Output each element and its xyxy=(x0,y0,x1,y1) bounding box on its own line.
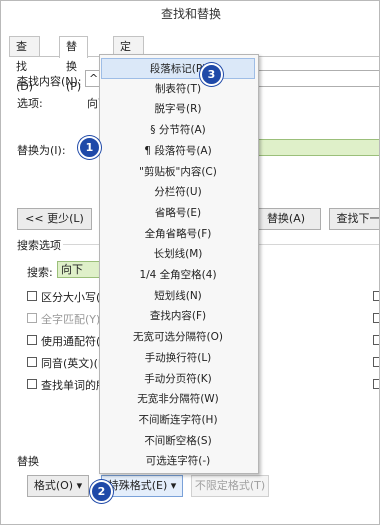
menu-item[interactable]: 全角省略号(F) xyxy=(100,224,256,245)
special-format-button[interactable]: 特殊格式(E) ▾ xyxy=(101,475,183,497)
window-title: 查找和替换 xyxy=(160,7,221,21)
menu-item[interactable]: 短划线(N) xyxy=(100,286,256,307)
whole-word-checkbox[interactable] xyxy=(27,313,37,323)
wildcards-checkbox[interactable] xyxy=(27,335,37,345)
special-format-menu: 段落标记(P) 制表符(T) 脱字号(R) § 分节符(A) ¶ 段落符号(A) "剪贴板… xyxy=(99,54,259,474)
search-options-heading: 搜索选项 xyxy=(17,239,61,252)
replace-label: 替换为(I): xyxy=(17,144,66,157)
right-checkbox[interactable] xyxy=(373,291,379,301)
menu-item[interactable]: 可选连字符(-) xyxy=(100,451,256,472)
right-checkbox[interactable] xyxy=(373,313,379,323)
whole-word-label: 全字匹配(Y) xyxy=(41,313,101,326)
menu-item[interactable]: 制表符(T) xyxy=(100,79,256,100)
menu-item[interactable]: 长划线(M) xyxy=(100,244,256,265)
menu-item[interactable]: 省略号(E) xyxy=(100,203,256,224)
no-formatting-button: 不限定格式(T) xyxy=(191,475,269,497)
menu-item[interactable]: 手动分页符(K) xyxy=(100,369,256,390)
right-checkbox[interactable] xyxy=(373,379,379,389)
replace-section-heading: 替换 xyxy=(17,455,39,468)
find-next-button[interactable]: 查找下一处 xyxy=(329,208,379,230)
menu-item[interactable]: ¶ 段落符号(A) xyxy=(100,141,256,162)
menu-item[interactable]: "剪贴板"内容(C) xyxy=(100,162,256,183)
menu-item[interactable]: 不间断连字符(H) xyxy=(100,410,256,431)
all-word-forms-checkbox[interactable] xyxy=(27,379,37,389)
menu-item[interactable]: 无宽非分隔符(W) xyxy=(100,389,256,410)
sounds-like-checkbox[interactable] xyxy=(27,357,37,367)
options-label: 选项: xyxy=(17,97,43,110)
match-case-checkbox[interactable] xyxy=(27,291,37,301)
menu-item[interactable]: 1/4 全角空格(4) xyxy=(100,265,256,286)
search-direction-label: 搜索: xyxy=(27,266,53,279)
menu-item[interactable]: 查找内容(F) xyxy=(100,306,256,327)
menu-item[interactable]: 分栏符(U) xyxy=(100,182,256,203)
tab-find[interactable]: 查找(D) xyxy=(9,36,41,93)
callout-badge-3: 3 xyxy=(200,63,223,86)
right-checkbox[interactable] xyxy=(373,335,379,345)
less-button[interactable]: << 更少(L) xyxy=(17,208,92,230)
menu-item[interactable]: § 分节符(A) xyxy=(100,120,256,141)
tab-replace[interactable]: 替换(P) xyxy=(59,36,89,93)
menu-item[interactable]: 手动换行符(L) xyxy=(100,348,256,369)
replace-button[interactable]: 替换(A) xyxy=(251,208,321,230)
callout-badge-2: 2 xyxy=(90,480,113,503)
menu-item[interactable]: 段落标记(P) xyxy=(101,58,255,79)
right-checkbox[interactable] xyxy=(373,357,379,367)
callout-badge-1: 1 xyxy=(78,136,101,159)
menu-item[interactable]: 脱字号(R) xyxy=(100,99,256,120)
menu-item[interactable]: 无宽可选分隔符(O) xyxy=(100,327,256,348)
menu-item[interactable]: 不间断空格(S) xyxy=(100,431,256,452)
format-button[interactable]: 格式(O) ▾ xyxy=(27,475,89,497)
